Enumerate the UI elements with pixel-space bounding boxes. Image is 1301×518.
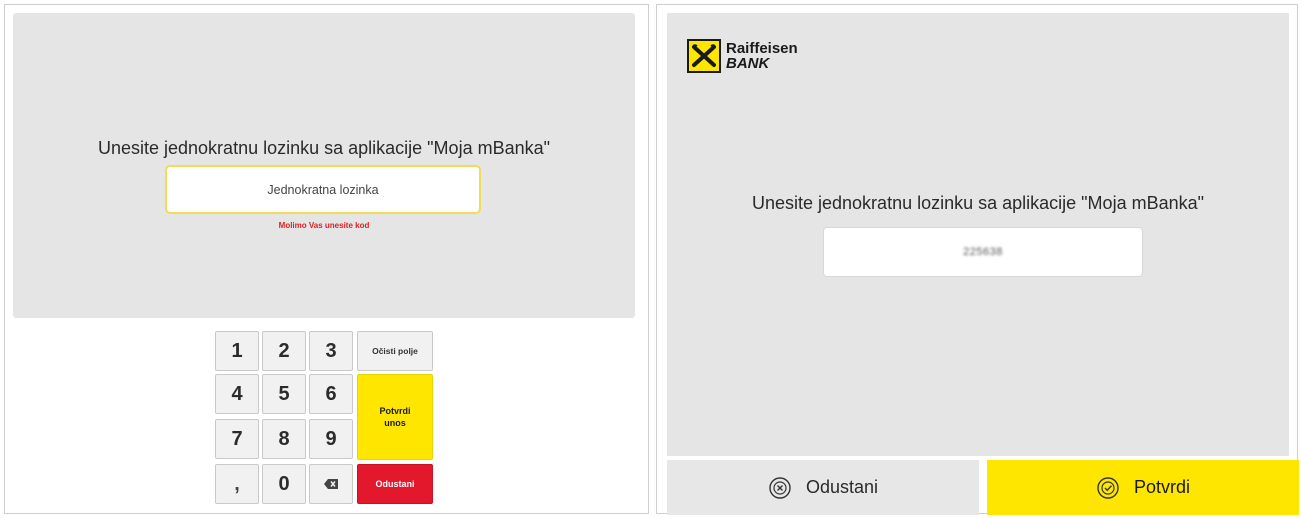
confirm-entry-button[interactable]: Potvrdi unos <box>357 374 433 460</box>
clear-field-button[interactable]: Očisti polje <box>357 331 433 371</box>
key-1[interactable]: 1 <box>215 331 259 371</box>
key-3[interactable]: 3 <box>309 331 353 371</box>
otp-prompt-right: Unesite jednokratnu lozinku sa aplikacij… <box>751 193 1204 213</box>
right-screen: Raiffeisen BANK Unesite jednokratnu lozi… <box>656 4 1299 515</box>
cancel-button[interactable]: Odustani <box>357 464 433 504</box>
key-comma[interactable]: , <box>215 464 259 504</box>
key-4[interactable]: 4 <box>215 374 259 414</box>
key-5[interactable]: 5 <box>262 374 306 414</box>
cancel-label: Odustani <box>805 477 879 497</box>
backspace-icon <box>323 473 339 496</box>
confirm-button-large[interactable]: Potvrdi <box>987 460 1299 515</box>
raiffeisen-logo: Raiffeisen BANK <box>687 36 798 76</box>
confirm-label: Potvrdi <box>1133 477 1191 497</box>
otp-prompt: Unesite jednokratnu lozinku sa aplikacij… <box>97 138 550 158</box>
confirm-entry-label-1: Potvrdi <box>379 406 411 416</box>
brand-name: Raiffeisen <box>726 40 798 57</box>
raiffeisen-horses-icon <box>687 39 721 73</box>
otp-input-filled[interactable]: 225638 <box>823 227 1143 277</box>
key-7[interactable]: 7 <box>215 419 259 459</box>
cancel-circle-icon <box>768 476 792 500</box>
right-otp-panel: Raiffeisen BANK Unesite jednokratnu lozi… <box>667 13 1289 456</box>
key-9[interactable]: 9 <box>309 419 353 459</box>
error-message: Molimo Vas unesite kod <box>278 221 370 230</box>
backspace-button[interactable] <box>309 464 353 504</box>
check-circle-icon <box>1096 476 1120 500</box>
key-0[interactable]: 0 <box>262 464 306 504</box>
key-6[interactable]: 6 <box>309 374 353 414</box>
otp-input[interactable]: Jednokratna lozinka <box>165 165 481 214</box>
key-8[interactable]: 8 <box>262 419 306 459</box>
key-2[interactable]: 2 <box>262 331 306 371</box>
cancel-button-large[interactable]: Odustani <box>667 460 979 515</box>
left-screen: Unesite jednokratnu lozinku sa aplikacij… <box>4 4 649 514</box>
left-otp-panel: Unesite jednokratnu lozinku sa aplikacij… <box>13 13 635 318</box>
otp-value: 225638 <box>963 246 1003 258</box>
confirm-entry-label-2: unos <box>384 418 406 428</box>
brand-subtitle: BANK <box>726 55 770 72</box>
